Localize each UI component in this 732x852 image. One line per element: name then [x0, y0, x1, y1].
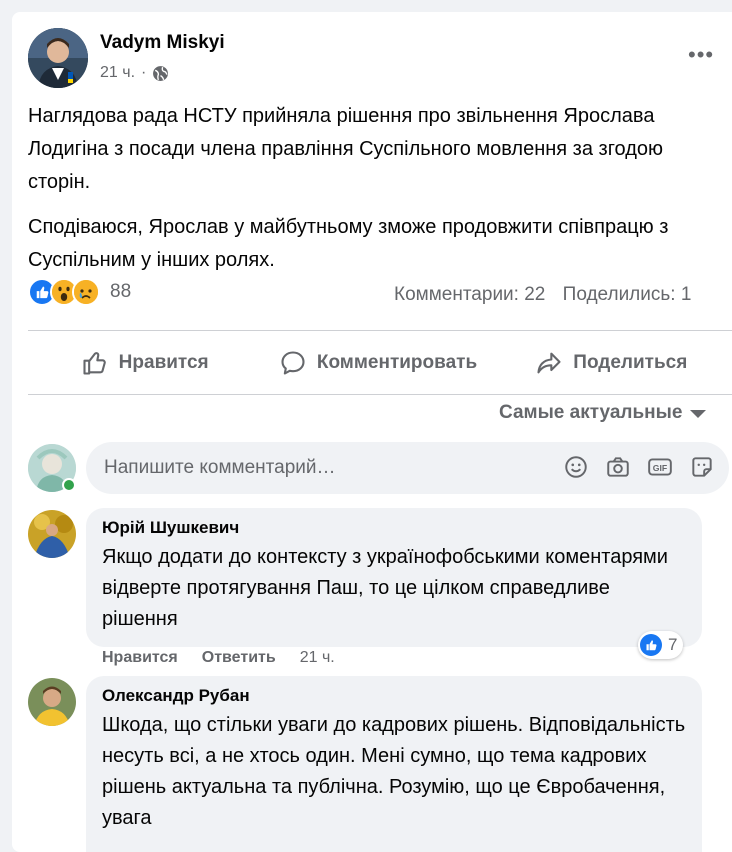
commenter-avatar[interactable]: [28, 678, 76, 726]
post-time[interactable]: 21 ч.: [100, 64, 135, 82]
comment-label: Комментировать: [316, 352, 478, 373]
share-label: Поделиться: [573, 352, 688, 373]
post-actions: Нравится Комментировать Поделиться: [28, 335, 728, 391]
comment-sort-dropdown[interactable]: Самые актуальные: [499, 402, 707, 424]
comment-text: Якщо додати до контексту з українофобськ…: [102, 546, 668, 630]
comment-text: Шкода, що стільки уваги до кадрових ріше…: [102, 714, 686, 829]
globe-icon: [153, 65, 169, 81]
comment-reaction-count: 7: [668, 635, 678, 654]
reactions-summary[interactable]: 88: [28, 278, 131, 306]
emoji-icon[interactable]: [563, 454, 589, 480]
comment-bubble: Олександр Рубан Шкода, що стільки уваги …: [86, 676, 702, 852]
post-stats: Комментарии: 22 Поделились: 1: [394, 284, 691, 306]
share-icon: [537, 352, 561, 374]
share-button[interactable]: Поделиться: [495, 335, 728, 391]
post-paragraph: Наглядова рада НСТУ прийняла рішення про…: [28, 105, 664, 193]
comment-reply-link[interactable]: Ответить: [202, 649, 276, 667]
thumbs-up-icon: [83, 352, 106, 375]
reaction-count: 88: [110, 281, 132, 302]
like-button[interactable]: Нравится: [28, 335, 261, 391]
post-header: [28, 28, 88, 88]
more-options-button[interactable]: •••: [688, 42, 714, 68]
comment-author[interactable]: Олександр Рубан: [102, 686, 686, 706]
comment-actions: Нравится Ответить 21 ч.: [102, 649, 335, 667]
comments-count-link[interactable]: Комментарии: 22: [394, 284, 545, 305]
comment-composer: GIF: [86, 442, 729, 494]
post-paragraph: Сподіваюся, Ярослав у майбутньому зможе …: [28, 216, 669, 271]
post-meta: 21 ч. ·: [100, 64, 169, 82]
shares-count-link[interactable]: Поделились: 1: [563, 284, 692, 305]
post-body: Наглядова рада НСТУ прийняла рішення про…: [28, 100, 728, 277]
meta-separator: ·: [141, 64, 147, 81]
sad-reaction-icon: [72, 278, 100, 306]
gif-icon[interactable]: GIF: [647, 454, 673, 480]
comment-input[interactable]: [104, 442, 534, 494]
comment-button[interactable]: Комментировать: [261, 335, 494, 391]
caret-down-icon: [690, 410, 707, 418]
sticker-icon[interactable]: [689, 454, 715, 480]
divider: [28, 330, 732, 331]
divider: [28, 394, 732, 395]
sort-label: Самые актуальные: [499, 402, 683, 423]
commenter-avatar[interactable]: [28, 510, 76, 558]
camera-icon[interactable]: [605, 454, 631, 480]
like-label: Нравится: [118, 352, 209, 373]
svg-text:GIF: GIF: [653, 463, 667, 473]
author-name[interactable]: Vadym Miskyi: [100, 32, 225, 54]
comment-time[interactable]: 21 ч.: [300, 649, 335, 667]
online-status-dot: [62, 478, 76, 492]
post-card: Vadym Miskyi 21 ч. · ••• Наглядова рада …: [12, 12, 732, 852]
comment-icon: [281, 351, 305, 375]
comment-bubble: Юрій Шушкевич Якщо додати до контексту з…: [86, 508, 702, 647]
author-avatar[interactable]: [28, 28, 88, 88]
comment-reactions[interactable]: 7: [638, 631, 684, 659]
comment-author[interactable]: Юрій Шушкевич: [102, 518, 686, 538]
comment-like-link[interactable]: Нравится: [102, 649, 178, 667]
like-reaction-icon: [640, 634, 662, 656]
composer-tools: GIF: [563, 454, 715, 480]
